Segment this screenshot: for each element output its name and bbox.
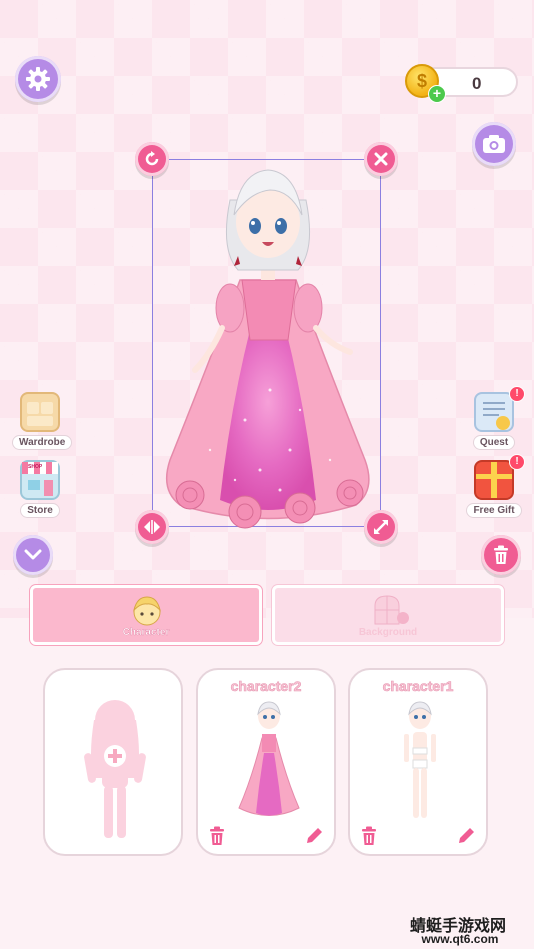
collapse-button[interactable] [13, 535, 53, 575]
store-icon: SHOP [20, 460, 60, 500]
character-card-1[interactable]: character1 [348, 668, 488, 856]
close-icon [374, 152, 388, 166]
quest-badge: ! [509, 386, 525, 402]
flip-handle[interactable] [135, 510, 169, 544]
watermark-url: www.qt6.com [421, 932, 499, 946]
rotate-handle[interactable] [135, 142, 169, 176]
card-edit-icon[interactable] [304, 826, 324, 846]
chevron-down-icon [24, 549, 42, 560]
rotate-icon [145, 151, 159, 166]
quest-icon [474, 392, 514, 432]
gift-badge: ! [509, 454, 525, 470]
camera-icon [483, 135, 505, 153]
tab-character[interactable]: Character [30, 585, 262, 645]
free-gift-label: Free Gift [466, 503, 522, 518]
wardrobe-icon [20, 392, 60, 432]
free-gift-button[interactable]: ! Free Gift [466, 454, 525, 518]
add-coins-button[interactable]: + [428, 85, 446, 103]
store-label: Store [20, 503, 60, 518]
character-card-2[interactable]: character2 [196, 668, 336, 856]
character-tab-icon [133, 596, 161, 626]
delete-button[interactable] [481, 535, 521, 575]
card-delete-icon[interactable] [208, 826, 226, 846]
settings-button[interactable] [15, 56, 61, 102]
gift-icon [474, 460, 514, 500]
character-doll[interactable] [150, 160, 386, 532]
wardrobe-button[interactable]: Wardrobe [12, 392, 73, 450]
tab-background[interactable]: Background [272, 585, 504, 645]
remove-handle[interactable] [364, 142, 398, 176]
resize-icon [374, 520, 388, 534]
tab-character-label: Character [122, 627, 170, 638]
quest-button[interactable]: ! Quest [466, 386, 525, 450]
tab-background-label: Background [358, 627, 418, 638]
card-edit-icon[interactable] [456, 826, 476, 846]
flip-icon [144, 520, 160, 534]
background-tab-icon [374, 595, 409, 625]
card-delete-icon[interactable] [360, 826, 378, 846]
coin-value: 0 [472, 74, 482, 93]
quest-label: Quest [472, 435, 516, 450]
character-silhouette-icon [84, 700, 146, 838]
character-thumbnail [238, 701, 300, 816]
wardrobe-label: Wardrobe [12, 435, 73, 450]
camera-button[interactable] [472, 122, 516, 166]
add-character-card[interactable] [43, 668, 183, 856]
store-sign: SHOP [28, 464, 43, 470]
trash-icon [494, 545, 508, 564]
character-thumbnail [404, 701, 436, 818]
resize-handle[interactable] [364, 510, 398, 544]
gear-icon [26, 67, 50, 91]
card-title: character1 [382, 678, 454, 695]
store-button[interactable]: SHOP Store [12, 460, 68, 518]
card-title: character2 [230, 678, 302, 695]
